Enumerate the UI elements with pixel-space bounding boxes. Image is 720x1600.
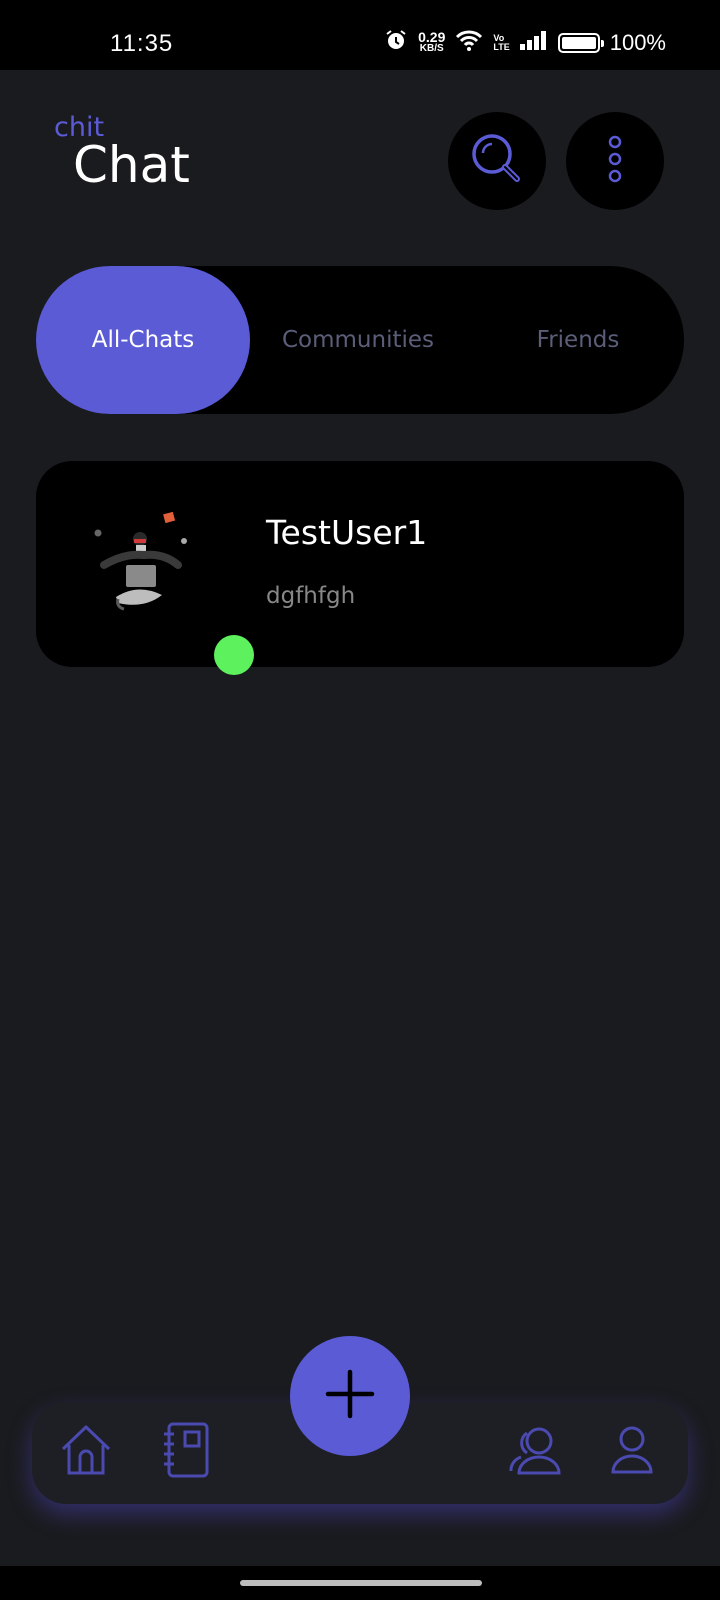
app-logo-title: Chat (73, 136, 190, 194)
battery-icon (557, 33, 604, 53)
profile-icon (610, 1425, 654, 1479)
friends-icon (509, 1425, 563, 1479)
chat-tabs: All-Chats Communities Friends (36, 266, 684, 414)
chat-last-message: dgfhfgh (266, 583, 356, 609)
tab-friends[interactable]: Friends (472, 266, 684, 414)
wifi-icon (455, 29, 483, 57)
nav-home-button[interactable] (56, 1422, 116, 1482)
status-time: 11:35 (110, 30, 174, 57)
battery-percent: 100% (609, 30, 666, 55)
add-chat-button[interactable] (290, 1336, 410, 1456)
gesture-navigation-bar (0, 1566, 720, 1600)
signal-icon (519, 30, 548, 56)
tab-all-chats[interactable]: All-Chats (36, 266, 250, 414)
network-speed: 0.29 KB/S (418, 29, 446, 55)
volte-indicator: Vo LTE (493, 34, 509, 52)
network-speed-value: 0.29 (418, 29, 446, 45)
nav-profile-button[interactable] (602, 1422, 662, 1482)
more-options-button[interactable] (566, 112, 664, 210)
chat-name: TestUser1 (266, 513, 428, 552)
network-speed-unit: KB/S (419, 43, 444, 54)
nav-friends-button[interactable] (506, 1422, 566, 1482)
home-icon (59, 1423, 113, 1481)
search-button[interactable] (448, 112, 546, 210)
nav-notebook-button[interactable] (156, 1422, 216, 1482)
gesture-handle[interactable] (240, 1580, 482, 1586)
status-indicators: 0.29 KB/S Vo LTE 100% (384, 28, 666, 58)
alarm-icon (384, 28, 408, 58)
avatar (88, 509, 254, 675)
plus-icon (325, 1369, 375, 1423)
search-icon (469, 131, 525, 191)
status-bar: 11:35 0.29 KB/S Vo LTE 100% (0, 0, 720, 70)
volte-bottom: LTE (493, 42, 510, 52)
online-status-dot (214, 635, 254, 675)
chat-list-item[interactable]: TestUser1 dgfhfgh (36, 461, 684, 675)
tab-communities[interactable]: Communities (252, 266, 464, 414)
notebook-icon (161, 1422, 211, 1482)
more-vertical-icon (605, 134, 625, 188)
